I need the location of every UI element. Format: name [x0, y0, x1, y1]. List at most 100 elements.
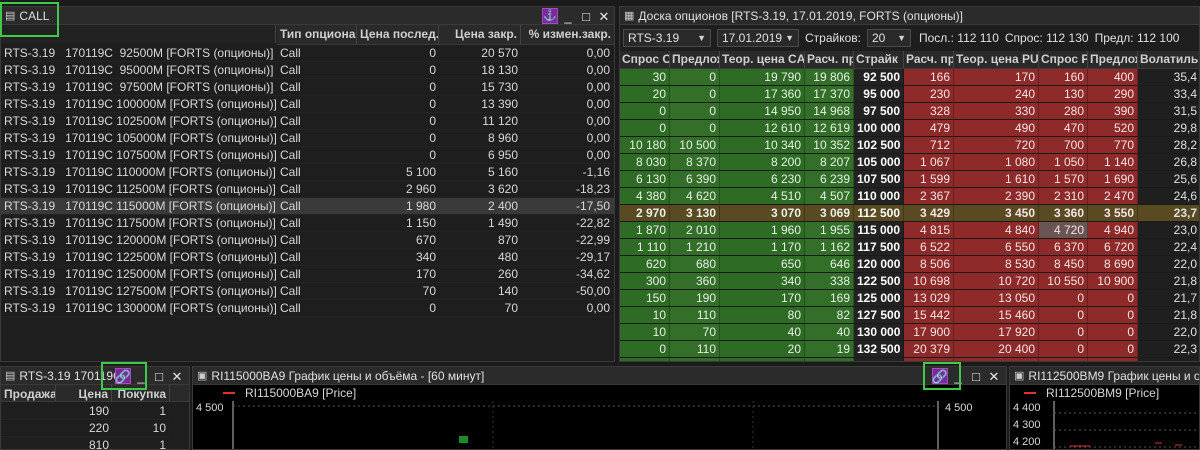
- orderbook-icon: ▤: [5, 370, 16, 382]
- chart1-titlebar[interactable]: ▣ RI115000BA9 График цены и объёма - [60…: [193, 367, 1006, 385]
- board-row[interactable]: 10 110 80 82 127 500 15 442 15 460 0 0 21,8: [620, 307, 1199, 324]
- chart2-titlebar[interactable]: ▣ RI112500BM9 График цены и объёма: [1010, 367, 1199, 385]
- chart1-plot[interactable]: [193, 401, 1007, 450]
- board-cell: 20 400: [954, 341, 1039, 357]
- board-col-header[interactable]: Предлож: [670, 51, 720, 68]
- anchor-icon[interactable]: ⚓: [542, 8, 558, 24]
- board-row[interactable]: 30 0 19 790 19 806 92 500 166 170 160 400 35,4: [620, 69, 1199, 86]
- board-cell: 24,6: [1138, 188, 1199, 204]
- table-row[interactable]: RTS-3.19 170119C 102500M [FORTS (опционы…: [1, 113, 614, 130]
- instrument-select[interactable]: RTS-3.19 ▼: [623, 29, 711, 47]
- table-row[interactable]: RTS-3.19 170119C 130000M [FORTS (опционы…: [1, 300, 614, 317]
- call-list-titlebar[interactable]: ▤ CALL ⚓ _ □ ✕: [1, 7, 614, 25]
- col-close-change[interactable]: % измен.закр.: [521, 25, 614, 44]
- board-cell: 115 000: [854, 222, 904, 238]
- maximize-button[interactable]: □: [578, 8, 594, 24]
- board-cell: 105 000: [854, 154, 904, 170]
- table-row[interactable]: RTS-3.19 170119C 117500M [FORTS (опционы…: [1, 215, 614, 232]
- board-row[interactable]: 2 970 3 130 3 070 3 069 112 500 3 429 3 450 3 3…: [620, 205, 1199, 222]
- option-name-cell: RTS-3.19 170119C 107500M [FORTS (опционы…: [4, 148, 277, 162]
- board-titlebar[interactable]: ▦ Доска опционов [RTS-3.19, 17.01.2019, …: [620, 7, 1199, 25]
- board-row[interactable]: 0 0 14 950 14 968 97 500 328 330 280 390 31,5: [620, 103, 1199, 120]
- board-cell: 15 442: [904, 307, 954, 323]
- close-button[interactable]: ✕: [169, 368, 185, 384]
- table-row[interactable]: RTS-3.19 170119C 105000M [FORTS (опционы…: [1, 130, 614, 147]
- board-cell: 479: [904, 120, 954, 136]
- board-row[interactable]: 10 70 40 40 130 000 17 900 17 920 0 0 22,0: [620, 324, 1199, 341]
- table-row[interactable]: RTS-3.19 170119C 122500M [FORTS (опционы…: [1, 249, 614, 266]
- board-col-header[interactable]: Расч. пре: [805, 51, 854, 68]
- orderbook-row[interactable]: 190 1: [1, 403, 169, 420]
- board-cell: 10 500: [670, 137, 720, 153]
- col-sell[interactable]: Продажа: [1, 385, 56, 401]
- board-col-header[interactable]: Теор. цена CAL: [720, 51, 805, 68]
- close-button[interactable]: ✕: [986, 368, 1002, 384]
- close-button[interactable]: ✕: [596, 8, 612, 24]
- board-row[interactable]: 300 360 340 338 122 500 10 698 10 720 10 550 10 …: [620, 273, 1199, 290]
- change-cell: 0,00: [586, 80, 610, 94]
- board-col-header[interactable]: Предлож: [1088, 51, 1138, 68]
- board-row[interactable]: 620 680 650 646 120 000 8 506 8 530 8 450 8 690 2…: [620, 256, 1199, 273]
- board-row[interactable]: 20 0 17 360 17 370 95 000 230 240 130 290 33,4: [620, 86, 1199, 103]
- minimize-button[interactable]: _: [560, 8, 576, 24]
- orderbook-row[interactable]: 220 10: [1, 420, 169, 437]
- col-last-price[interactable]: Цена послед.: [357, 25, 439, 44]
- board-row[interactable]: 0 0 12 610 12 619 100 000 479 490 470 520 29,8: [620, 120, 1199, 137]
- table-row[interactable]: RTS-3.19 170119C 92500M [FORTS (опционы)…: [1, 45, 614, 62]
- table-row[interactable]: RTS-3.19 170119C 127500M [FORTS (опционы…: [1, 283, 614, 300]
- table-row[interactable]: RTS-3.19 170119C 110000M [FORTS (опционы…: [1, 164, 614, 181]
- col-close-price[interactable]: Цена закр.: [439, 25, 521, 44]
- board-col-header[interactable]: Расч. пре: [904, 51, 954, 68]
- board-row[interactable]: 10 180 10 500 10 340 10 352 102 500 712 720 700…: [620, 137, 1199, 154]
- chart2-plot[interactable]: [1010, 401, 1200, 450]
- change-cell: 0,00: [586, 301, 610, 315]
- strikes-select[interactable]: 20 ▼: [866, 29, 911, 47]
- board-row[interactable]: 150 190 170 169 125 000 13 029 13 050 0 0 21,7: [620, 290, 1199, 307]
- board-cell: 169: [805, 290, 854, 306]
- table-row[interactable]: RTS-3.19 170119C 120000M [FORTS (опционы…: [1, 232, 614, 249]
- board-cell: 10: [620, 307, 670, 323]
- table-row[interactable]: RTS-3.19 170119C 97500M [FORTS (опционы)…: [1, 79, 614, 96]
- table-row[interactable]: RTS-3.19 170119C 125000M [FORTS (опционы…: [1, 266, 614, 283]
- option-name-cell: RTS-3.19 170119C 110000M [FORTS (опционы…: [4, 165, 276, 179]
- table-row[interactable]: RTS-3.19 170119C 107500M [FORTS (опционы…: [1, 147, 614, 164]
- board-cell: 122 500: [854, 273, 904, 289]
- board-row[interactable]: 0 110 20 19 132 500 20 379 20 400 0 0 22,3: [620, 341, 1199, 358]
- chart1-legend: RI115000BA9 [Price]: [223, 386, 356, 400]
- board-col-header[interactable]: Спрос PU: [1039, 51, 1088, 68]
- board-row[interactable]: 1 870 2 010 1 960 1 955 115 000 4 815 4 840 4 7…: [620, 222, 1199, 239]
- board-row[interactable]: 1 110 1 210 1 170 1 162 117 500 6 522 6 550 6 3…: [620, 239, 1199, 256]
- board-col-header[interactable]: Страйк: [854, 51, 904, 68]
- board-col-header[interactable]: Волатильно: [1138, 51, 1199, 68]
- date-select[interactable]: 17.01.2019 ▼: [717, 29, 799, 47]
- board-row[interactable]: 01001010135 00022 87022 8800022,5: [620, 358, 1199, 361]
- board-row[interactable]: 8 030 8 370 8 200 8 207 105 000 1 067 1 080 1 0…: [620, 154, 1199, 171]
- board-cell: 22,4: [1138, 239, 1199, 255]
- board-col-header[interactable]: Теор. цена PUT: [954, 51, 1039, 68]
- board-cell: 8 200: [720, 154, 805, 170]
- board-row[interactable]: 4 380 4 620 4 510 4 507 110 000 2 367 2 390 2 3…: [620, 188, 1199, 205]
- board-cell: 0: [620, 358, 670, 361]
- col-option-type[interactable]: Тип опциона: [277, 25, 357, 44]
- board-cell: 338: [805, 273, 854, 289]
- maximize-button[interactable]: □: [151, 368, 167, 384]
- orderbook-row[interactable]: 810 1: [1, 437, 169, 449]
- table-row[interactable]: RTS-3.19 170119C 100000M [FORTS (опционы…: [1, 96, 614, 113]
- option-type-cell: Call: [280, 284, 301, 298]
- orderbook-titlebar[interactable]: ▤ RTS-3.19 170119C 🔗 _ □ ✕: [1, 367, 189, 385]
- price-cell: 190: [88, 404, 109, 418]
- board-cell: 17 900: [904, 324, 954, 340]
- maximize-button[interactable]: □: [968, 368, 984, 384]
- option-type-cell: Call: [280, 131, 301, 145]
- board-row[interactable]: 6 130 6 390 6 230 6 239 107 500 1 599 1 610 1 5…: [620, 171, 1199, 188]
- table-row[interactable]: RTS-3.19 170119C 115000M [FORTS (опционы…: [1, 198, 614, 215]
- options-board-panel: ▦ Доска опционов [RTS-3.19, 17.01.2019, …: [619, 6, 1200, 362]
- option-type-cell: Call: [280, 114, 301, 128]
- board-cell: 650: [720, 256, 805, 272]
- table-row[interactable]: RTS-3.19 170119C 112500M [FORTS (опционы…: [1, 181, 614, 198]
- board-col-header[interactable]: Спрос CAL: [620, 51, 670, 68]
- board-cell: 23,0: [1138, 222, 1199, 238]
- table-row[interactable]: RTS-3.19 170119C 95000M [FORTS (опционы)…: [1, 62, 614, 79]
- board-icon: ▦: [624, 10, 635, 22]
- change-cell: -29,17: [575, 250, 610, 264]
